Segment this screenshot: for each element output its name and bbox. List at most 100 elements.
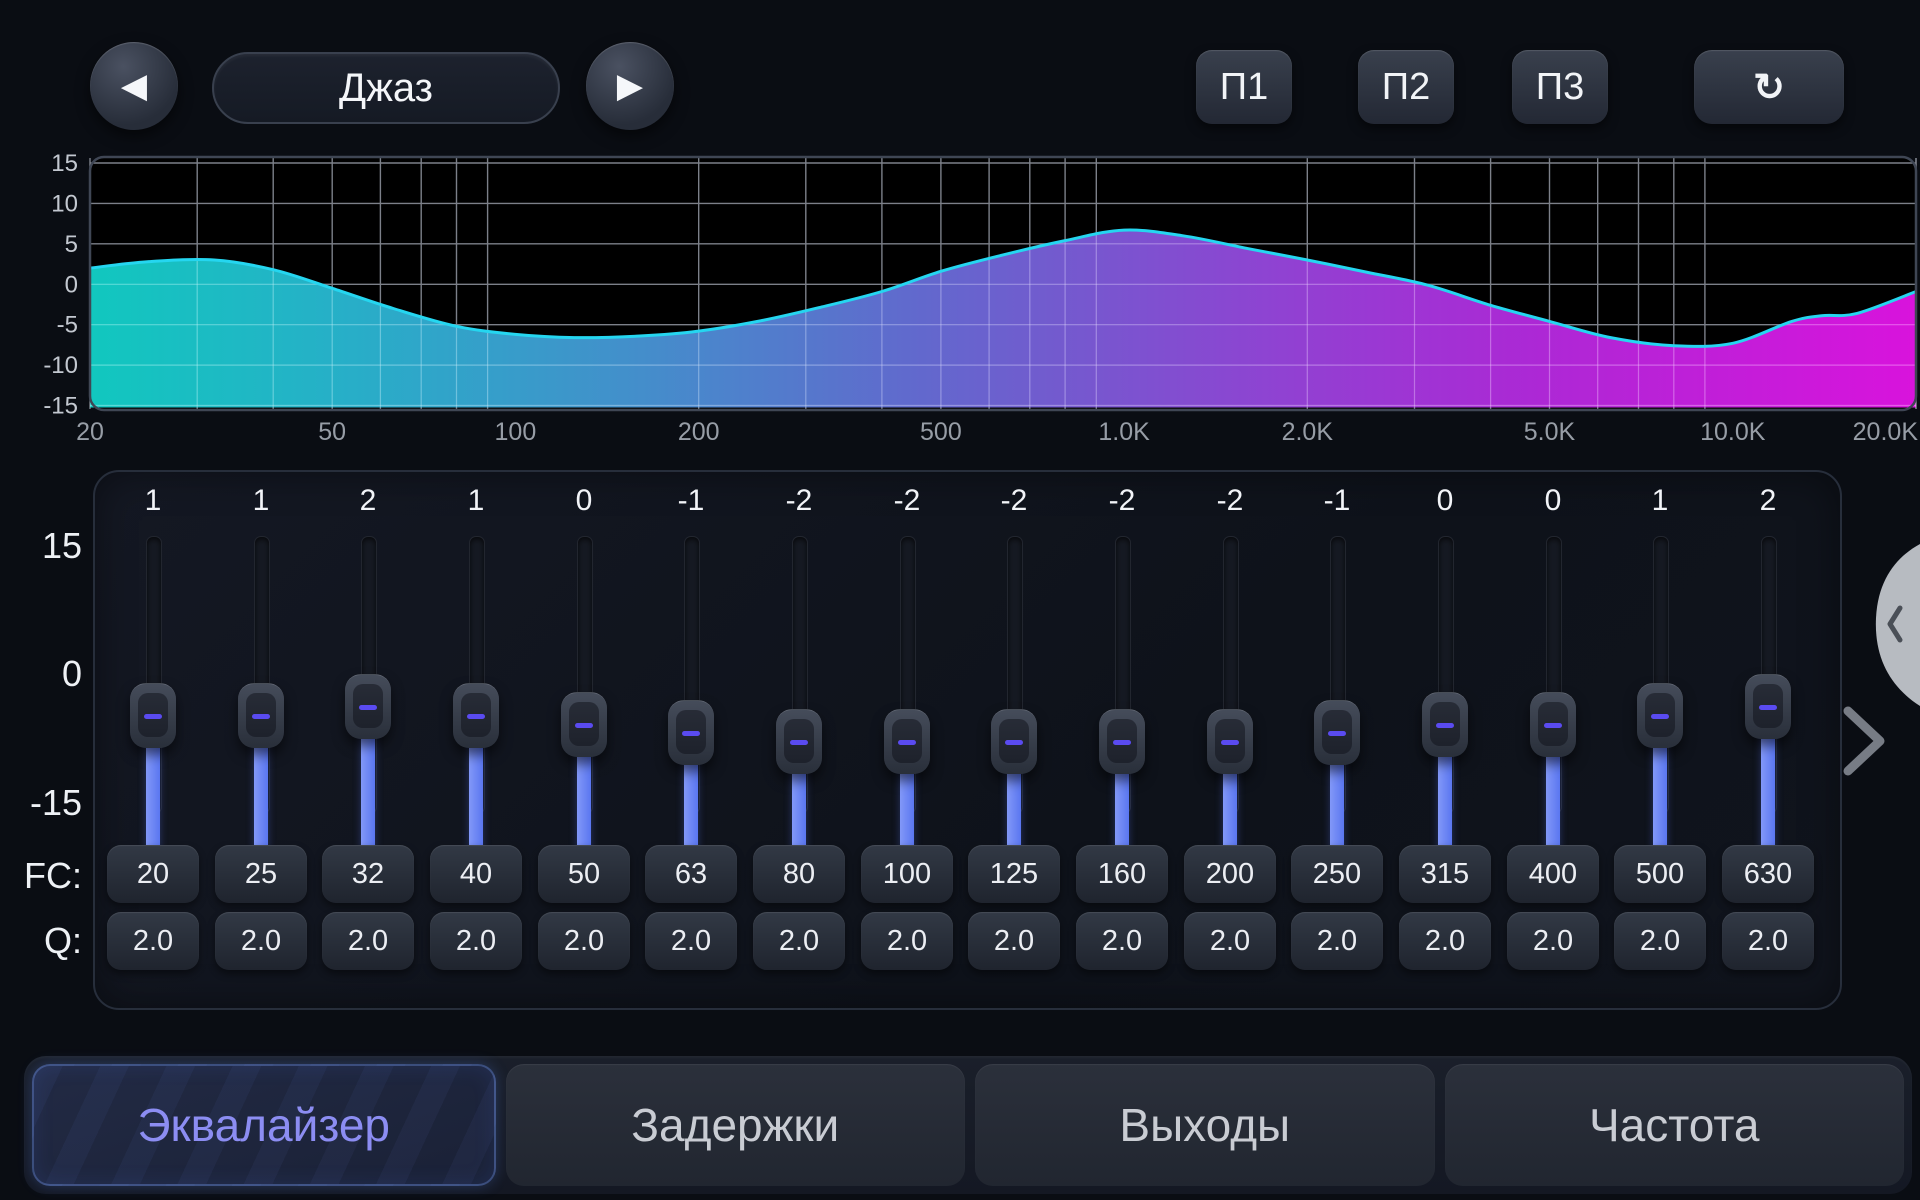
slider-thumb[interactable]: [1314, 700, 1360, 765]
band-slider[interactable]: [853, 522, 961, 832]
band-column: -1632.0: [637, 470, 745, 1006]
slider-thumb-dash: [1544, 723, 1562, 728]
band-column: -21002.0: [853, 470, 961, 1006]
q-button[interactable]: 2.0: [1184, 912, 1276, 970]
band-slider[interactable]: [1283, 522, 1391, 832]
q-button[interactable]: 2.0: [645, 912, 737, 970]
band-slider[interactable]: [1499, 522, 1607, 832]
slider-thumb-dash: [1113, 740, 1131, 745]
slider-thumb[interactable]: [991, 709, 1037, 774]
fc-button[interactable]: 315: [1399, 845, 1491, 903]
band-gain-value: -2: [745, 484, 853, 518]
fc-button[interactable]: 20: [107, 845, 199, 903]
slider-thumb[interactable]: [130, 683, 176, 748]
side-drawer-handle[interactable]: [1864, 540, 1920, 710]
svg-text:10.0K: 10.0K: [1700, 418, 1766, 446]
band-slider[interactable]: [422, 522, 530, 832]
band-slider[interactable]: [960, 522, 1068, 832]
fc-button[interactable]: 250: [1291, 845, 1383, 903]
slider-thumb[interactable]: [776, 709, 822, 774]
q-button[interactable]: 2.0: [107, 912, 199, 970]
q-button[interactable]: 2.0: [322, 912, 414, 970]
band-slider[interactable]: [1391, 522, 1499, 832]
fc-button[interactable]: 160: [1076, 845, 1168, 903]
slider-thumb[interactable]: [668, 700, 714, 765]
fc-button[interactable]: 100: [861, 845, 953, 903]
slider-thumb[interactable]: [1745, 674, 1791, 739]
fc-button[interactable]: 32: [322, 845, 414, 903]
slider-thumb[interactable]: [561, 692, 607, 757]
svg-text:1.0K: 1.0K: [1098, 418, 1150, 446]
fc-button[interactable]: 63: [645, 845, 737, 903]
slider-thumb[interactable]: [1422, 692, 1468, 757]
q-button[interactable]: 2.0: [1399, 912, 1491, 970]
svg-text:5.0K: 5.0K: [1524, 418, 1576, 446]
band-slider[interactable]: [1176, 522, 1284, 832]
slider-thumb[interactable]: [1099, 709, 1145, 774]
svg-text:15: 15: [51, 150, 78, 177]
fc-button[interactable]: 25: [215, 845, 307, 903]
fc-button[interactable]: 400: [1507, 845, 1599, 903]
slider-thumb[interactable]: [884, 709, 930, 774]
slider-thumb-dash: [1759, 705, 1777, 710]
q-button[interactable]: 2.0: [1076, 912, 1168, 970]
slider-thumb-dash: [898, 740, 916, 745]
q-button[interactable]: 2.0: [1722, 912, 1814, 970]
q-button[interactable]: 2.0: [968, 912, 1060, 970]
slider-thumb[interactable]: [453, 683, 499, 748]
band-column: -21602.0: [1068, 470, 1176, 1006]
band-column: -1 250 2.0: [1283, 470, 1391, 1006]
fc-button[interactable]: 40: [430, 845, 522, 903]
next-bands-page-button[interactable]: [1826, 700, 1890, 780]
band-slider[interactable]: [1714, 522, 1822, 832]
band-gain-value: -2: [960, 484, 1068, 518]
band-slider[interactable]: [637, 522, 745, 832]
band-gain-value: -1: [1283, 484, 1391, 518]
q-button[interactable]: 2.0: [430, 912, 522, 970]
q-button[interactable]: 2.0: [753, 912, 845, 970]
tab-delays[interactable]: Задержки: [506, 1064, 966, 1186]
slider-thumb-dash: [1221, 740, 1239, 745]
fc-button[interactable]: 125: [968, 845, 1060, 903]
svg-text:500: 500: [920, 418, 962, 446]
q-button[interactable]: 2.0: [538, 912, 630, 970]
q-button[interactable]: 2.0: [861, 912, 953, 970]
q-button[interactable]: 2.0: [215, 912, 307, 970]
band-gain-value: 2: [1714, 484, 1822, 518]
fc-button[interactable]: 80: [753, 845, 845, 903]
svg-text:100: 100: [495, 418, 537, 446]
band-column: 04002.0: [1499, 470, 1607, 1006]
slider-thumb[interactable]: [1207, 709, 1253, 774]
slider-thumb-dash: [682, 731, 700, 736]
slider-thumb-dash: [1651, 714, 1669, 719]
q-button[interactable]: 2.0: [1507, 912, 1599, 970]
band-slider[interactable]: [207, 522, 315, 832]
fc-button[interactable]: 630: [1722, 845, 1814, 903]
frequency-response-graph: 151050-5-10-1520501002005001.0K2.0K5.0K1…: [0, 0, 1920, 460]
fc-button[interactable]: 50: [538, 845, 630, 903]
band-column: 1202.0: [99, 470, 207, 1006]
band-slider[interactable]: [745, 522, 853, 832]
slider-thumb[interactable]: [1637, 683, 1683, 748]
fc-button[interactable]: 500: [1614, 845, 1706, 903]
slider-thumb[interactable]: [238, 683, 284, 748]
q-button[interactable]: 2.0: [1291, 912, 1383, 970]
svg-text:50: 50: [318, 418, 346, 446]
slider-thumb-dash: [359, 705, 377, 710]
band-slider[interactable]: [530, 522, 638, 832]
slider-thumb-dash: [1328, 731, 1346, 736]
slider-thumb[interactable]: [345, 674, 391, 739]
tab-equalizer[interactable]: Эквалайзер: [32, 1064, 496, 1186]
tab-frequency[interactable]: Частота: [1445, 1064, 1905, 1186]
slider-thumb[interactable]: [1530, 692, 1576, 757]
band-column: 1402.0: [422, 470, 530, 1006]
svg-text:5: 5: [65, 231, 78, 258]
band-slider[interactable]: [1068, 522, 1176, 832]
fc-button[interactable]: 200: [1184, 845, 1276, 903]
svg-text:0: 0: [65, 271, 78, 298]
band-slider[interactable]: [314, 522, 422, 832]
band-slider[interactable]: [99, 522, 207, 832]
tab-outputs[interactable]: Выходы: [975, 1064, 1435, 1186]
band-slider[interactable]: [1606, 522, 1714, 832]
q-button[interactable]: 2.0: [1614, 912, 1706, 970]
